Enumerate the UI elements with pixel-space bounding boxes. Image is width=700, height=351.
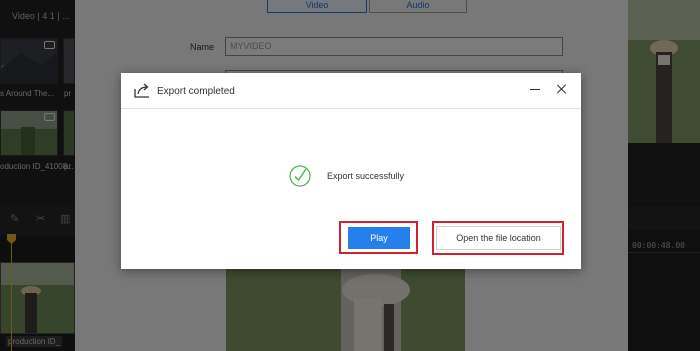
export-icon: [134, 83, 149, 98]
play-button[interactable]: Play: [348, 227, 410, 249]
open-file-location-button[interactable]: Open the file location: [436, 226, 561, 250]
export-completed-dialog: Export completed Export successfully Pla…: [121, 73, 581, 269]
close-icon[interactable]: [554, 81, 570, 97]
check-circle-icon: [289, 165, 311, 187]
dialog-titlebar: Export completed: [121, 73, 581, 109]
dialog-title: Export completed: [157, 86, 235, 97]
success-message: Export successfully: [327, 171, 405, 181]
minimize-icon[interactable]: [527, 81, 543, 97]
